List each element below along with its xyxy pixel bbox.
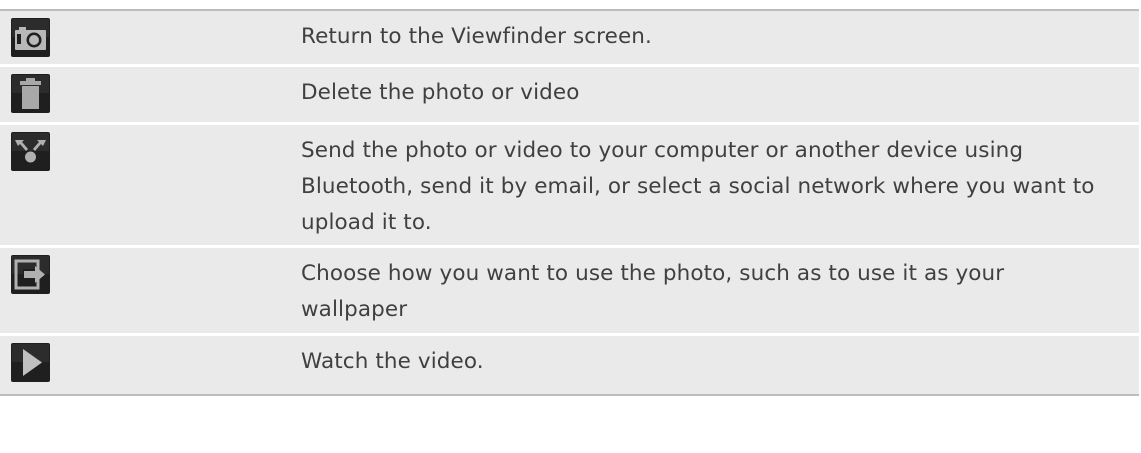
share-icon [11, 132, 50, 171]
row-description: Watch the video. [301, 349, 484, 374]
row-description: Send the photo or video to your computer… [301, 138, 1095, 235]
table-row: Choose how you want to use the photo, su… [0, 248, 1139, 336]
row-description: Return to the Viewfinder screen. [301, 24, 652, 49]
camera-icon [11, 18, 50, 57]
table-row: Delete the photo or video [0, 67, 1139, 125]
table-row: Send the photo or video to your computer… [0, 125, 1139, 248]
trash-icon [11, 74, 50, 113]
export-icon [11, 255, 50, 294]
icon-description-table: Return to the Viewfinder screen. Delete … [0, 9, 1139, 396]
play-icon [11, 343, 50, 382]
table-row: Watch the video. [0, 336, 1139, 396]
row-description: Choose how you want to use the photo, su… [301, 261, 1005, 322]
row-description: Delete the photo or video [301, 80, 580, 105]
table-row: Return to the Viewfinder screen. [0, 9, 1139, 67]
